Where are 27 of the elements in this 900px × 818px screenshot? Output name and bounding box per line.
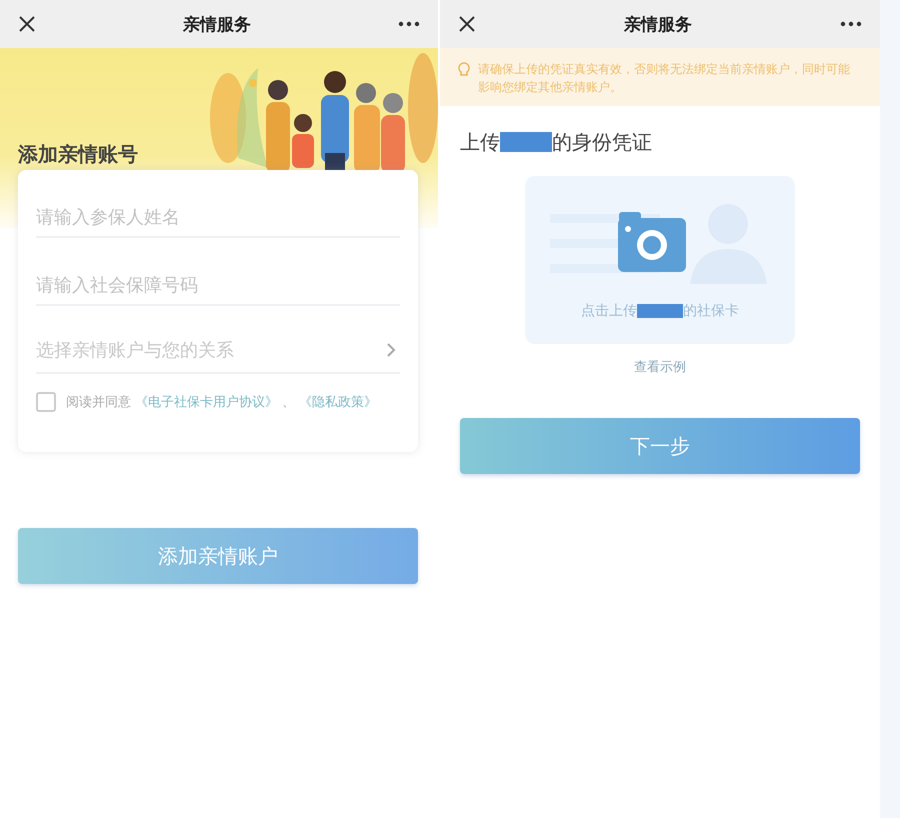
heading-text: 的身份凭证	[552, 128, 652, 156]
page-title: 亲情服务	[183, 14, 251, 36]
close-icon[interactable]	[458, 15, 476, 33]
view-example-link[interactable]: 查看示例	[634, 358, 686, 376]
next-step-button[interactable]: 下一步	[460, 418, 860, 474]
lightbulb-icon	[458, 62, 470, 78]
input-field[interactable]: 请输入社会保障号码	[36, 252, 400, 306]
section-heading: 添加亲情账号	[18, 141, 138, 168]
input-field[interactable]: 请输入参保人姓名	[36, 184, 400, 238]
privacy-policy-link[interactable]: 《隐私政策》	[299, 393, 377, 411]
more-icon[interactable]	[840, 21, 862, 27]
user-agreement-link[interactable]: 《电子社保卡用户协议》	[135, 393, 278, 411]
chevron-right-icon	[386, 342, 396, 358]
checkbox[interactable]	[36, 392, 56, 412]
page-title: 亲情服务	[624, 14, 692, 36]
close-icon[interactable]	[18, 15, 36, 33]
redaction-block	[500, 132, 552, 152]
upload-hint-text: 点击上传	[581, 302, 637, 320]
upload-card[interactable]: 点击上传 的社保卡	[525, 176, 795, 344]
notice-text: 请确保上传的凭证真实有效，否则将无法绑定当前亲情账户，同时可能影响您绑定其他亲情账户。	[478, 61, 851, 96]
add-account-button[interactable]: 添加亲情账户	[18, 528, 418, 584]
more-icon[interactable]	[398, 21, 420, 27]
redaction-block	[637, 304, 683, 318]
upload-hint-text: 的社保卡	[683, 302, 739, 320]
agreement-text: 阅读并同意	[66, 394, 131, 411]
separator-text: 、	[282, 394, 295, 411]
heading-text: 上传	[460, 128, 500, 156]
